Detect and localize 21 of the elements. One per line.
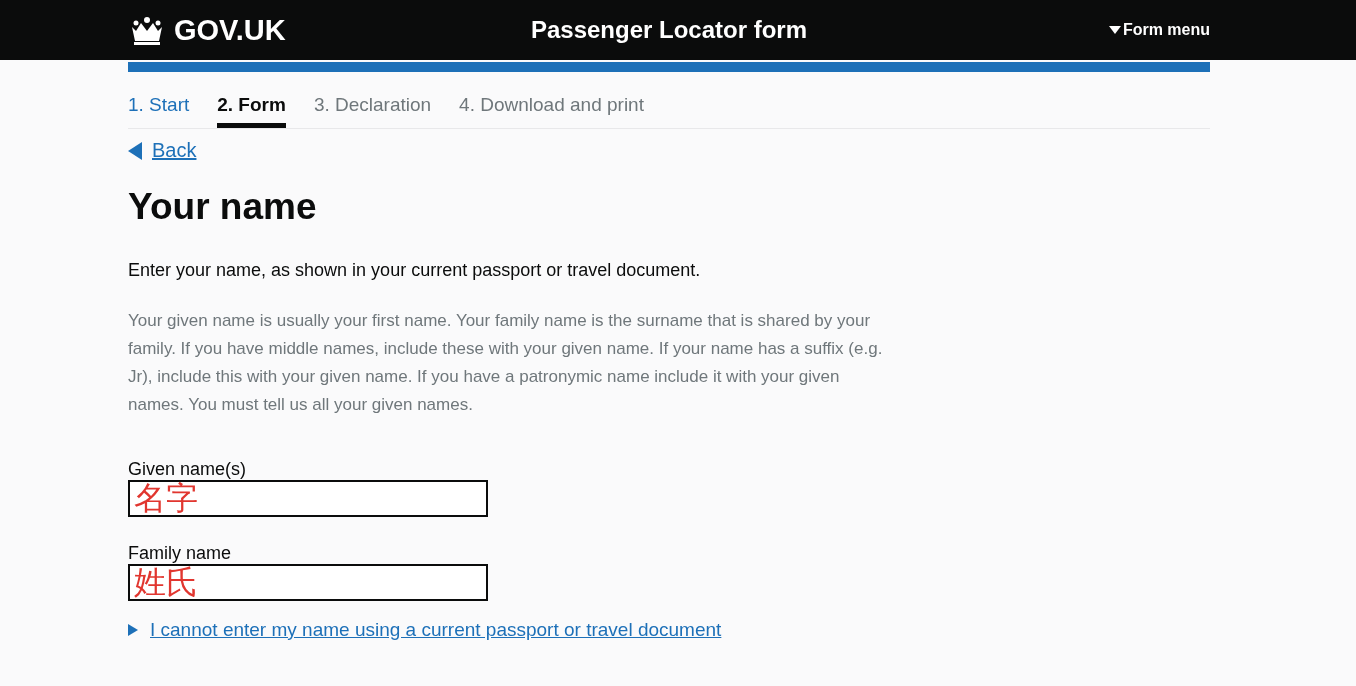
handwritten-annotation: 名字	[134, 482, 198, 514]
step-tab[interactable]: 4. Download and print	[459, 92, 644, 128]
handwritten-annotation: 姓氏	[134, 566, 198, 598]
page-heading: Your name	[128, 186, 318, 228]
expand-triangle-icon	[128, 624, 138, 636]
input-field[interactable]	[128, 480, 488, 517]
step-tab[interactable]: 1. Start	[128, 92, 190, 128]
step-tab[interactable]: 2. Form	[217, 92, 286, 128]
field-label: Family name	[128, 543, 233, 564]
caret-icon	[1108, 26, 1121, 34]
logo-text[interactable]: GOV.UK	[174, 13, 286, 47]
input-field[interactable]	[128, 564, 488, 601]
back-link[interactable]: Back	[128, 139, 1210, 162]
step-tab[interactable]: 3. Declaration	[313, 92, 432, 128]
service-title: Passenger Locator form	[530, 16, 808, 44]
form-menu-link[interactable]: Form menu	[910, 21, 1210, 39]
hint-text: Your given name is usually your first name. Your family name is the surname that is shared by your family. If you have middle names, include these with your given name. If your name has a suffix (e.g. Jr), include this with your given name. If you have a patronymic name include it with your given names. You must tell us all your given names.	[128, 310, 884, 416]
field-label: Given name(s)	[128, 459, 248, 480]
back-arrow-icon	[128, 141, 142, 160]
details-link[interactable]: I cannot enter my name using a current passport or travel document	[150, 619, 722, 641]
intro-text: Enter your name, as shown in your current passport or travel document.	[128, 260, 702, 281]
